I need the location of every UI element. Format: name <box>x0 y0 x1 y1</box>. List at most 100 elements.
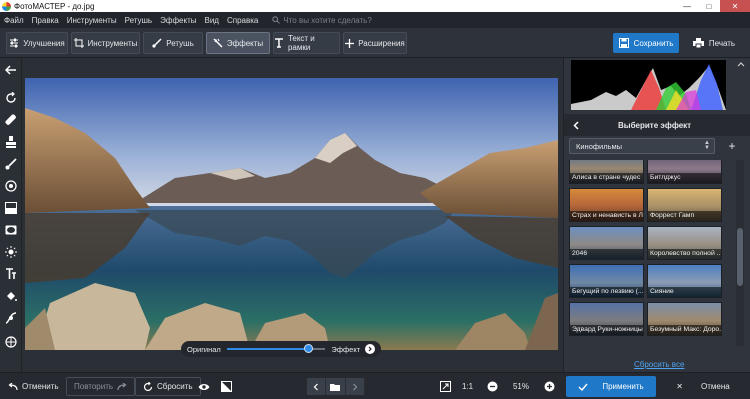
effect-thumb[interactable]: Королевство полной ... <box>647 226 722 260</box>
effect-thumb[interactable]: Форрест Гамп <box>647 188 722 222</box>
effect-thumb[interactable]: Бегущий по лезвию (... <box>569 264 644 298</box>
save-button[interactable]: Сохранить <box>613 33 679 53</box>
window-controls: — □ ✕ <box>676 0 750 12</box>
original-label: Оригинал <box>187 344 221 354</box>
vignette-icon[interactable] <box>3 222 19 238</box>
effect-thumb[interactable]: Страх и ненависть в Л... <box>569 188 644 222</box>
rotate-icon[interactable] <box>3 90 19 106</box>
paint-bucket-icon[interactable] <box>3 288 19 304</box>
close-button[interactable]: ✕ <box>720 0 750 12</box>
effect-thumb[interactable]: Битлджус <box>647 160 722 184</box>
effect-category-select[interactable]: Кинофильмы ▲ ▼ <box>569 138 715 154</box>
tab-extensions[interactable]: Расширения <box>343 32 407 54</box>
next-image-button[interactable] <box>345 378 365 395</box>
search-icon <box>272 16 281 24</box>
gradient-filter-icon[interactable] <box>3 200 19 216</box>
zoom-level[interactable]: 51% <box>505 378 537 395</box>
tone-curve-icon[interactable] <box>3 310 19 326</box>
effects-panel: Выберите эффект Кинофильмы ▲ ▼ + Алиса в … <box>563 58 750 372</box>
tab-tools[interactable]: Инструменты <box>71 32 140 54</box>
left-toolbar <box>0 58 22 372</box>
chevron-updown-icon: ▲ ▼ <box>704 140 710 151</box>
reset-button[interactable]: Сбросить <box>135 377 201 396</box>
open-folder-button[interactable] <box>326 378 346 395</box>
preview-eye-button[interactable] <box>198 377 214 396</box>
maximize-button[interactable]: □ <box>698 0 720 12</box>
effect-label: Эффект <box>331 344 361 354</box>
slider-track[interactable] <box>226 344 326 353</box>
brush-tool-icon[interactable] <box>3 156 19 172</box>
menu-retouch[interactable]: Ретушь <box>125 16 153 25</box>
stamp-icon[interactable] <box>3 134 19 150</box>
back-arrow-icon[interactable] <box>3 62 19 78</box>
menu-tools[interactable]: Инструменты <box>67 16 117 25</box>
actual-size-button[interactable]: 1:1 <box>462 377 473 396</box>
zoom-in-button[interactable] <box>544 377 559 396</box>
tab-label: Инструменты <box>87 38 138 48</box>
text-tool-icon[interactable] <box>3 266 19 282</box>
menu-effects[interactable]: Эффекты <box>160 16 196 25</box>
search-placeholder: Что вы хотите сделать? <box>283 15 372 25</box>
photo-canvas[interactable] <box>22 58 563 372</box>
next-arrow-icon[interactable] <box>365 344 375 354</box>
effect-thumb[interactable]: Сияние <box>647 264 722 298</box>
window-title: ФотоМАСТЕР - до.jpg <box>14 1 95 11</box>
tab-label: Улучшения <box>23 38 65 48</box>
cancel-button[interactable]: ✕ Отмена <box>660 376 746 397</box>
printer-icon <box>692 38 704 48</box>
plus-circle-icon <box>544 381 555 392</box>
tab-effects[interactable]: Эффекты <box>206 32 270 54</box>
save-label: Сохранить <box>633 38 674 48</box>
chevron-left-icon[interactable] <box>573 120 580 130</box>
collapse-histogram-icon[interactable] <box>736 60 746 70</box>
magic-wand-icon <box>213 38 223 48</box>
reset-all-link[interactable]: Сбросить все <box>634 360 684 369</box>
tab-text-frames[interactable]: Текст и рамки <box>273 32 340 54</box>
light-icon[interactable] <box>3 244 19 260</box>
floppy-disk-icon <box>618 38 629 48</box>
split-view-icon <box>221 381 232 392</box>
menu-edit[interactable]: Правка <box>32 16 59 25</box>
slider-knob[interactable] <box>304 344 314 353</box>
fit-to-screen-button[interactable] <box>440 377 455 396</box>
command-search[interactable]: Что вы хотите сделать? <box>272 15 372 25</box>
folder-icon <box>330 383 341 391</box>
redo-button[interactable]: Повторить <box>66 377 136 396</box>
minimize-button[interactable]: — <box>676 0 698 12</box>
selected-category: Кинофильмы <box>576 141 623 151</box>
effect-thumb[interactable]: Безумный Макс: Доро... <box>647 302 722 336</box>
menu-file[interactable]: Файл <box>4 16 24 25</box>
thumbnails-scrollbar[interactable] <box>736 160 744 346</box>
effect-thumb[interactable]: 2046 <box>569 226 644 260</box>
menu-view[interactable]: Вид <box>204 16 218 25</box>
prev-image-button[interactable] <box>307 378 327 395</box>
zoom-out-button[interactable] <box>487 377 502 396</box>
scrollbar-thumb[interactable] <box>737 228 743 286</box>
tab-retouch[interactable]: Ретушь <box>143 32 203 54</box>
bandage-icon[interactable] <box>3 112 19 128</box>
brush-icon <box>152 38 162 48</box>
edited-photo[interactable] <box>25 78 558 350</box>
undo-label: Отменить <box>22 382 59 391</box>
tab-label: Эффекты <box>226 38 264 48</box>
globe-icon[interactable] <box>3 334 19 350</box>
app-logo-icon <box>2 1 11 11</box>
apply-button[interactable]: Применить <box>566 376 656 397</box>
effect-strength-slider[interactable]: Оригинал Эффект <box>181 341 381 357</box>
radial-filter-icon[interactable] <box>3 178 19 194</box>
add-effect-button[interactable]: + <box>724 138 740 154</box>
undo-button[interactable]: Отменить <box>8 377 59 396</box>
menu-help[interactable]: Справка <box>227 16 258 25</box>
tab-label: Текст и рамки <box>287 34 315 52</box>
text-icon <box>274 38 283 48</box>
plus-icon <box>345 38 355 48</box>
effect-thumb[interactable]: Алиса в стране чудес <box>569 160 644 184</box>
compare-button[interactable] <box>221 377 236 396</box>
effect-thumb[interactable]: Эдвард Руки-ножницы <box>569 302 644 336</box>
close-icon: ✕ <box>676 382 683 391</box>
print-button[interactable]: Печать <box>684 33 744 53</box>
eye-icon <box>198 383 210 390</box>
effects-title: Выберите эффект <box>618 120 692 130</box>
tab-improvements[interactable]: Улучшения <box>6 32 68 54</box>
tab-label: Расширения <box>358 38 405 48</box>
